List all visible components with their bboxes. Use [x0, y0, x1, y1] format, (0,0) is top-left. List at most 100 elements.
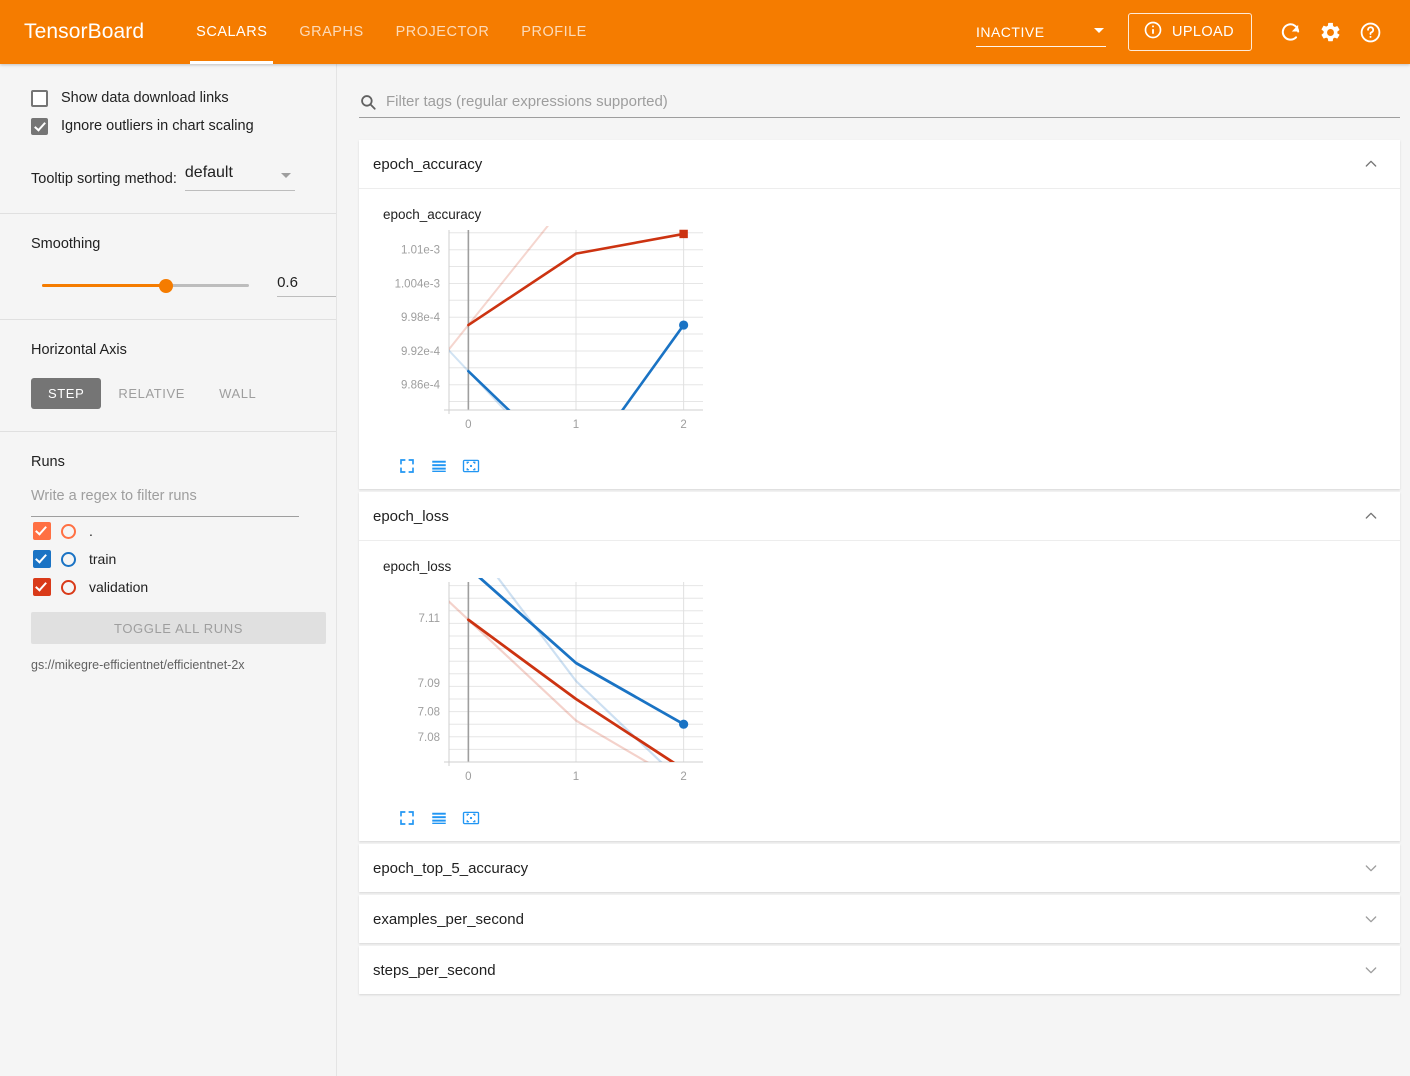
svg-text:7.08: 7.08 — [418, 732, 440, 744]
smoothing-slider-fill — [42, 284, 167, 287]
run-status-select[interactable]: INACTIVE — [975, 17, 1106, 47]
info-circle-icon — [1143, 20, 1163, 44]
svg-text:9.86e-4: 9.86e-4 — [401, 380, 441, 392]
checkbox-show-data-download-links-label: Show data download links — [61, 90, 229, 106]
data-series-icon[interactable] — [430, 457, 448, 475]
chart-epoch-loss[interactable]: 7.08 7.08 7.09 7.11 0 1 2 — [373, 576, 1400, 803]
chevron-down-icon[interactable] — [1360, 857, 1382, 879]
checkbox-ignore-outliers-label: Ignore outliers in chart scaling — [61, 118, 254, 134]
card-title: steps_per_second — [373, 961, 496, 979]
run-color-circle-icon[interactable] — [61, 579, 76, 595]
checkbox-show-data-download-links[interactable]: Show data download links — [0, 84, 336, 112]
toggle-all-runs-button[interactable]: TOGGLE ALL RUNS — [31, 612, 326, 644]
runs-filter-input[interactable]: Write a regex to filter runs — [31, 488, 299, 517]
upload-button[interactable]: UPLOAD — [1127, 13, 1252, 51]
expand-chart-icon[interactable] — [398, 457, 416, 475]
card-title: examples_per_second — [373, 910, 524, 928]
tag-filter-bar[interactable]: Filter tags (regular expressions support… — [359, 86, 1400, 118]
card-title: epoch_accuracy — [373, 155, 483, 173]
tab-profile[interactable]: PROFILE — [505, 0, 603, 64]
chevron-down-icon — [280, 173, 291, 178]
card-header-steps-per-second[interactable]: steps_per_second — [359, 946, 1400, 994]
runs-section: Runs Write a regex to filter runs . trai… — [0, 432, 336, 672]
chart-epoch-accuracy[interactable]: 9.86e-4 9.92e-4 9.98e-4 1.004e-3 1.01e-3 0 1 2 — [373, 224, 1400, 451]
chevron-down-icon[interactable] — [1360, 959, 1382, 981]
smoothing-value-input[interactable]: 0.6 — [277, 274, 336, 297]
display-options-section: Show data download links Ignore outliers… — [0, 84, 336, 191]
svg-text:7.08: 7.08 — [418, 707, 440, 719]
tab-scalars[interactable]: SCALARS — [180, 0, 283, 64]
tab-graphs[interactable]: GRAPHS — [283, 0, 379, 64]
chevron-up-icon[interactable] — [1360, 153, 1382, 175]
axis-option-wall[interactable]: WALL — [202, 378, 273, 409]
run-item-label: train — [89, 551, 117, 567]
run-item-label: validation — [89, 579, 149, 595]
run-checkbox[interactable] — [33, 522, 51, 540]
search-icon — [359, 93, 377, 111]
run-item-dot[interactable]: . — [0, 517, 336, 545]
run-item-label: . — [89, 523, 93, 539]
svg-text:1: 1 — [573, 771, 579, 783]
help-button[interactable] — [1350, 12, 1390, 52]
card-title: epoch_loss — [373, 507, 449, 525]
main-nav-tabs: SCALARS GRAPHS PROJECTOR PROFILE — [180, 0, 603, 64]
tab-profile-label: PROFILE — [521, 24, 587, 40]
tooltip-sorting-row: Tooltip sorting method: default — [0, 164, 336, 191]
tab-projector[interactable]: PROJECTOR — [380, 0, 506, 64]
tooltip-sorting-value: default — [184, 164, 233, 181]
svg-text:9.92e-4: 9.92e-4 — [401, 346, 441, 358]
expand-chart-icon[interactable] — [398, 809, 416, 827]
tab-scalars-label: SCALARS — [196, 24, 268, 40]
chevron-down-icon — [1093, 28, 1104, 33]
checkbox-unchecked-icon — [31, 89, 48, 107]
data-series-icon[interactable] — [430, 809, 448, 827]
run-checkbox[interactable] — [33, 578, 51, 596]
reload-icon — [1279, 21, 1302, 44]
chart-epoch-loss-svg[interactable]: 7.08 7.08 7.09 7.11 0 1 2 — [373, 576, 713, 798]
card-header-epoch-loss[interactable]: epoch_loss — [359, 492, 1400, 540]
smoothing-slider-thumb[interactable] — [159, 278, 174, 293]
smoothing-section: Smoothing 0.6 — [0, 214, 336, 319]
checkbox-checked-icon — [31, 117, 48, 135]
app-logo: TensorBoard — [24, 20, 145, 43]
run-color-circle-icon[interactable] — [61, 551, 76, 567]
card-steps-per-second: steps_per_second — [359, 946, 1400, 994]
axis-option-step[interactable]: STEP — [31, 378, 102, 409]
card-title: epoch_top_5_accuracy — [373, 859, 529, 877]
run-color-circle-icon[interactable] — [61, 523, 76, 539]
svg-text:2: 2 — [680, 771, 686, 783]
card-body-epoch-accuracy: epoch_accuracy 9.86e-4 9.92e-4 9.98e-4 1.00… — [359, 188, 1400, 489]
smoothing-slider[interactable] — [42, 278, 250, 293]
run-item-train[interactable]: train — [0, 545, 336, 573]
svg-text:9.98e-4: 9.98e-4 — [401, 312, 441, 324]
card-body-epoch-loss: epoch_loss 7.08 7.08 7.09 7.11 0 1 2 — [359, 540, 1400, 841]
tooltip-sorting-select[interactable]: default — [184, 164, 295, 191]
logdir-path: gs://mikegre-efficientnet/efficientnet-2… — [31, 658, 245, 672]
svg-text:1.004e-3: 1.004e-3 — [395, 278, 440, 290]
reload-button[interactable] — [1270, 12, 1310, 52]
fit-domain-icon[interactable] — [462, 457, 480, 475]
chart-toolbar-epoch-loss — [373, 803, 1400, 833]
card-header-examples-per-second[interactable]: examples_per_second — [359, 895, 1400, 943]
tag-filter-placeholder: Filter tags (regular expressions support… — [386, 93, 668, 110]
run-item-validation[interactable]: validation — [0, 573, 336, 601]
chevron-up-icon[interactable] — [1360, 505, 1382, 527]
horizontal-axis-section: Horizontal Axis STEP RELATIVE WALL — [0, 320, 336, 431]
card-header-epoch-top-5-accuracy[interactable]: epoch_top_5_accuracy — [359, 844, 1400, 892]
axis-option-relative[interactable]: RELATIVE — [101, 378, 202, 409]
chart-epoch-accuracy-svg[interactable]: 9.86e-4 9.92e-4 9.98e-4 1.004e-3 1.01e-3 0 1 2 — [373, 224, 713, 446]
chevron-down-icon[interactable] — [1360, 908, 1382, 930]
svg-text:1.01e-3: 1.01e-3 — [401, 245, 440, 257]
svg-text:2: 2 — [680, 419, 686, 431]
settings-button[interactable] — [1310, 12, 1350, 52]
fit-domain-icon[interactable] — [462, 809, 480, 827]
run-checkbox[interactable] — [33, 550, 51, 568]
header-actions: INACTIVE UPLOAD — [975, 12, 1390, 52]
card-epoch-loss: epoch_loss epoch_loss 7.08 7.08 7.09 7.11 0 1… — [359, 492, 1400, 841]
card-header-epoch-accuracy[interactable]: epoch_accuracy — [359, 140, 1400, 188]
run-status-value: INACTIVE — [975, 23, 1045, 40]
horizontal-axis-label: Horizontal Axis — [31, 342, 127, 358]
chart-toolbar-epoch-accuracy — [373, 451, 1400, 481]
checkbox-ignore-outliers[interactable]: Ignore outliers in chart scaling — [0, 112, 336, 140]
svg-text:0: 0 — [465, 771, 471, 783]
